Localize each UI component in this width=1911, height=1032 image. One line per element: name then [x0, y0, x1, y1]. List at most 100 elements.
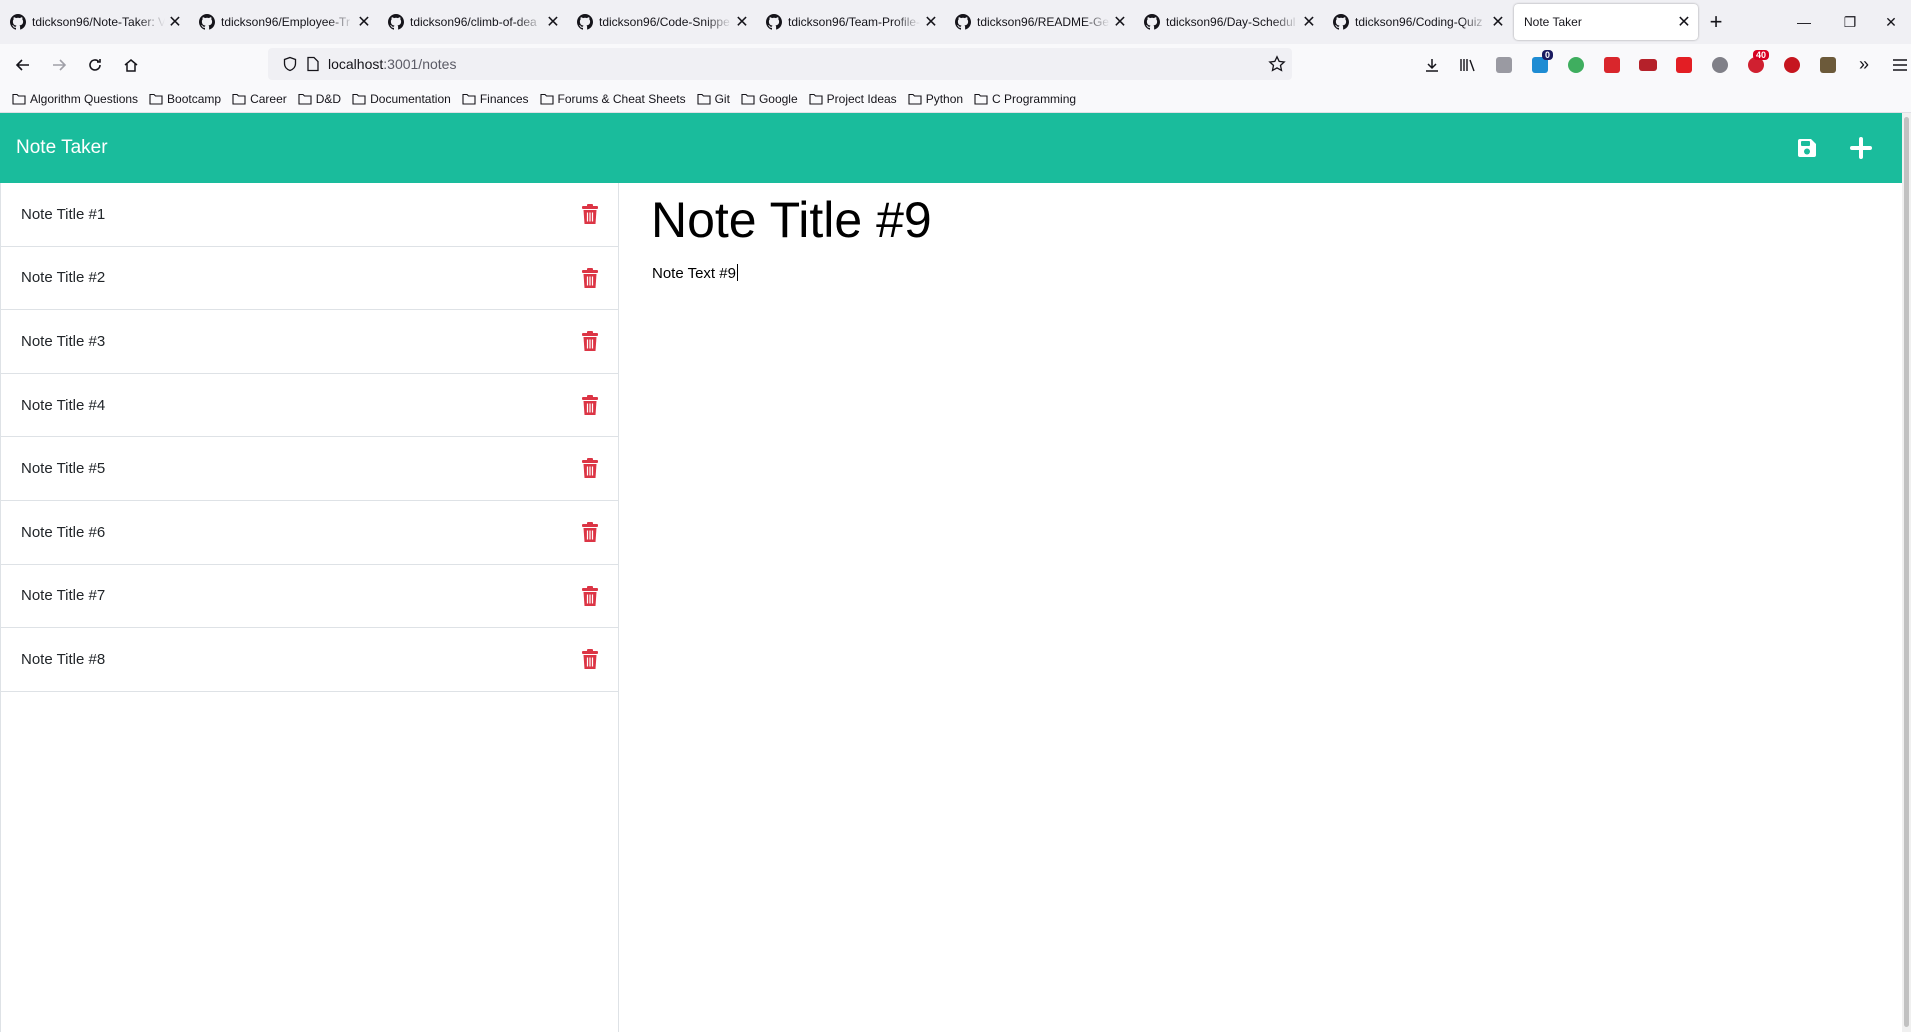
list-item[interactable]: Note Title #6 — [1, 501, 618, 565]
bookmark-label: Forums & Cheat Sheets — [557, 91, 686, 106]
browser-tab[interactable]: tdickson96/Code-Snippe ✕ — [567, 0, 756, 44]
bookmark-folder[interactable]: Git — [697, 92, 730, 106]
bookmark-label: C Programming — [992, 91, 1077, 106]
extension-pen-icon[interactable] — [1594, 44, 1630, 85]
bookmark-folder[interactable]: C Programming — [974, 92, 1076, 106]
extension-count-icon[interactable]: 40 — [1738, 44, 1774, 85]
browser-tab[interactable]: tdickson96/Team-Profile- ✕ — [756, 0, 945, 44]
extension-hd-icon[interactable] — [1630, 44, 1666, 85]
browser-tab[interactable]: tdickson96/Coding-Quiz ✕ — [1323, 0, 1512, 44]
window-close-icon[interactable]: ✕ — [1868, 0, 1911, 44]
extension-glider-icon[interactable] — [1810, 44, 1846, 85]
bookmark-folder[interactable]: Bootcamp — [149, 92, 221, 106]
home-icon[interactable] — [114, 48, 148, 82]
browser-tab[interactable]: tdickson96/README-Gen ✕ — [945, 0, 1134, 44]
close-icon[interactable]: ✕ — [921, 12, 941, 32]
app-title[interactable]: Note Taker — [16, 137, 108, 159]
note-title-label: Note Title #2 — [21, 269, 106, 287]
list-item[interactable]: Note Title #5 — [1, 437, 618, 501]
list-item[interactable]: Note Title #3 — [1, 310, 618, 374]
folder-icon — [12, 93, 26, 105]
bookmark-folder[interactable]: Project Ideas — [809, 92, 897, 106]
extension-gear-icon[interactable] — [1702, 44, 1738, 85]
library-icon[interactable] — [1450, 44, 1486, 85]
folder-icon — [298, 93, 312, 105]
url-bar[interactable]: localhost:3001/notes — [268, 48, 1292, 80]
close-icon[interactable]: ✕ — [165, 12, 185, 32]
extension-s-icon[interactable] — [1666, 44, 1702, 85]
menu-icon[interactable] — [1882, 44, 1911, 85]
shield-icon[interactable] — [282, 56, 298, 72]
bookmark-folder[interactable]: Finances — [462, 92, 529, 106]
folder-icon — [741, 93, 755, 105]
toolbar-icons: 0 40 » — [1414, 44, 1911, 85]
bookmark-folder[interactable]: Python — [908, 92, 963, 106]
github-icon — [955, 14, 971, 30]
new-tab-button[interactable]: + — [1698, 0, 1734, 44]
list-item[interactable]: Note Title #4 — [1, 374, 618, 438]
list-item[interactable]: Note Title #1 — [1, 183, 618, 247]
github-icon — [199, 14, 215, 30]
bookmark-folder[interactable]: Algorithm Questions — [12, 92, 138, 106]
extension-b-icon[interactable] — [1774, 44, 1810, 85]
trash-icon[interactable] — [580, 203, 600, 225]
close-icon[interactable]: ✕ — [1674, 12, 1694, 32]
note-title-label: Note Title #6 — [21, 523, 106, 541]
downloads-icon[interactable] — [1414, 44, 1450, 85]
minimize-icon[interactable]: — — [1781, 0, 1827, 44]
bookmark-star-icon[interactable] — [1268, 55, 1286, 73]
back-icon[interactable] — [6, 48, 40, 82]
browser-tab[interactable]: tdickson96/Note-Taker: V ✕ — [0, 0, 189, 44]
bookmark-folder[interactable]: Forums & Cheat Sheets — [539, 91, 686, 106]
restore-icon[interactable]: ❐ — [1827, 0, 1873, 44]
note-text-area[interactable]: Note Text #9 — [652, 264, 738, 282]
forward-icon[interactable] — [42, 48, 76, 82]
extension-circle-icon[interactable] — [1558, 44, 1594, 85]
browser-tab[interactable]: tdickson96/Employee-Tr ✕ — [189, 0, 378, 44]
trash-icon[interactable] — [580, 585, 600, 607]
browser-tab-active[interactable]: Note Taker ✕ — [1514, 4, 1698, 40]
bookmark-folder[interactable]: Google — [741, 92, 798, 106]
extension-badge: 40 — [1752, 50, 1769, 60]
trash-icon[interactable] — [580, 521, 600, 543]
bookmark-folder[interactable]: D&D — [298, 92, 341, 106]
reload-icon[interactable] — [78, 48, 112, 82]
trash-icon[interactable] — [580, 394, 600, 416]
list-item[interactable]: Note Title #7 — [1, 565, 618, 629]
bookmark-label: Git — [714, 91, 730, 106]
extension-badge: 0 — [1541, 50, 1553, 60]
tab-label: tdickson96/Employee-Tr — [221, 15, 350, 29]
github-icon — [388, 14, 404, 30]
page-icon[interactable] — [306, 56, 320, 72]
note-title-input[interactable]: Note Title #9 — [651, 191, 932, 249]
save-icon[interactable] — [1792, 133, 1822, 163]
plus-icon[interactable] — [1846, 133, 1876, 163]
close-icon[interactable]: ✕ — [1110, 12, 1130, 32]
extension-k-icon[interactable] — [1486, 44, 1522, 85]
close-icon[interactable]: ✕ — [732, 12, 752, 32]
browser-tab[interactable]: tdickson96/climb-of-dea ✕ — [378, 0, 567, 44]
browser-tab[interactable]: tdickson96/Day-Schedul ✕ — [1134, 0, 1323, 44]
list-item[interactable]: Note Title #8 — [1, 628, 618, 692]
scrollbar-thumb[interactable] — [1904, 117, 1909, 1027]
close-icon[interactable]: ✕ — [543, 12, 563, 32]
note-title-label: Note Title #5 — [21, 460, 106, 478]
trash-icon[interactable] — [580, 457, 600, 479]
extension-badge-icon[interactable]: 0 — [1522, 44, 1558, 85]
bookmark-folder[interactable]: Documentation — [352, 92, 451, 106]
close-icon[interactable]: ✕ — [1488, 12, 1508, 32]
github-icon — [10, 14, 26, 30]
bookmark-folder[interactable]: Career — [232, 92, 287, 106]
trash-icon[interactable] — [580, 267, 600, 289]
note-title-label: Note Title #3 — [21, 332, 106, 350]
note-editor: Note Title #9 Note Text #9 — [620, 183, 1902, 1032]
close-icon[interactable]: ✕ — [354, 12, 374, 32]
page-scrollbar[interactable] — [1902, 113, 1911, 1032]
list-item[interactable]: Note Title #2 — [1, 247, 618, 311]
close-icon[interactable]: ✕ — [1299, 12, 1319, 32]
bookmark-label: Career — [250, 91, 287, 106]
trash-icon[interactable] — [580, 330, 600, 352]
folder-icon — [974, 93, 988, 105]
trash-icon[interactable] — [580, 648, 600, 670]
overflow-chevron-icon[interactable]: » — [1846, 44, 1882, 85]
